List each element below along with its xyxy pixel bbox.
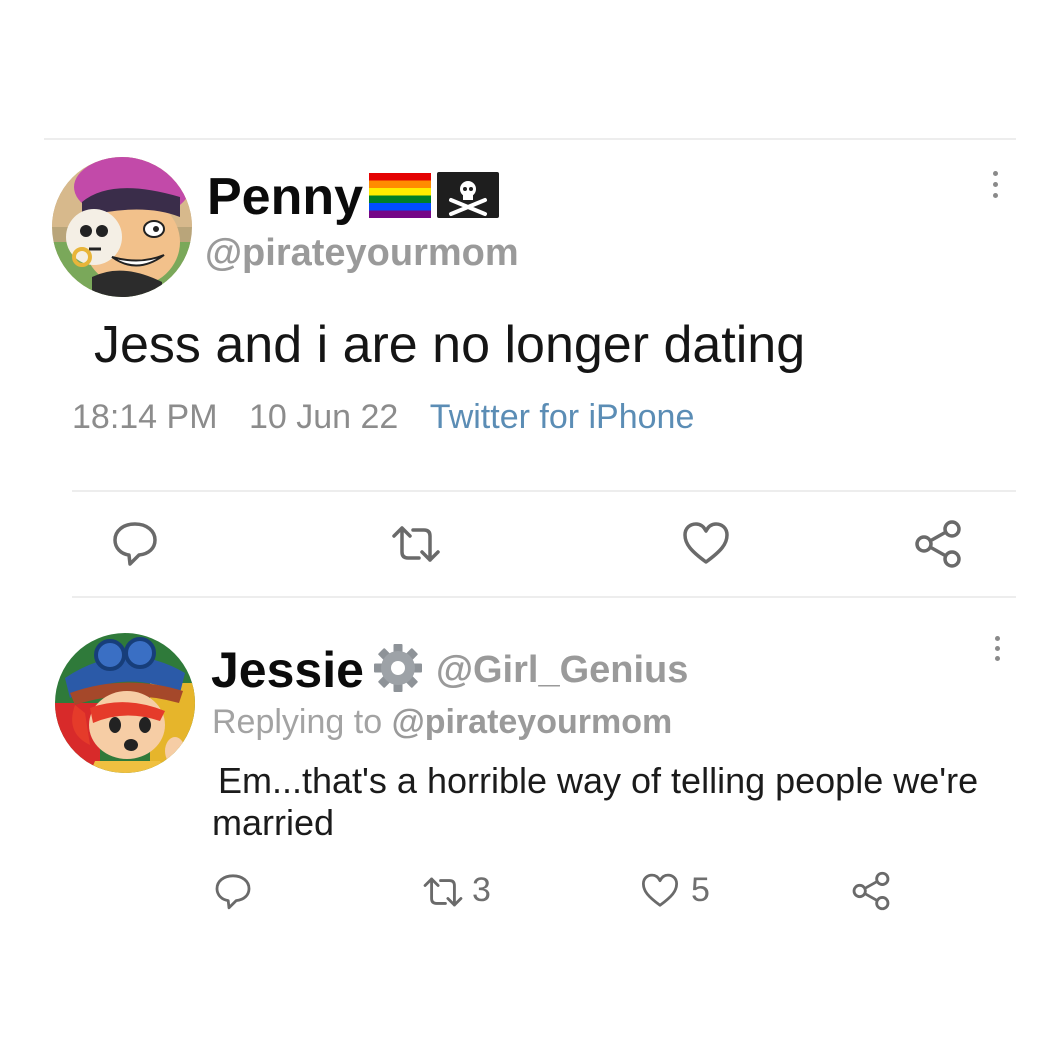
- pirate-flag-icon: [437, 170, 500, 225]
- tweet-time: 18:14 PM: [72, 398, 218, 436]
- jessie-avatar[interactable]: [55, 633, 195, 773]
- tweet-text: Jess and i are no longer dating: [94, 316, 806, 374]
- reply-retweet-icon[interactable]: [421, 874, 465, 910]
- display-name[interactable]: Penny: [207, 166, 363, 228]
- actions-divider: [72, 596, 1016, 598]
- reply-display-name[interactable]: Jessie: [211, 641, 364, 699]
- like-icon[interactable]: [681, 520, 731, 568]
- tweet-meta: 18:14 PM 10 Jun 22 Twitter for iPhone: [72, 396, 694, 438]
- gear-icon: [368, 642, 428, 699]
- top-divider: [44, 138, 1016, 140]
- penny-avatar[interactable]: [52, 157, 192, 297]
- more-options-icon[interactable]: [993, 171, 998, 198]
- penny-name-row: Penny: [207, 166, 500, 228]
- tweet-source[interactable]: Twitter for iPhone: [430, 398, 695, 436]
- like-count: 5: [691, 871, 710, 909]
- rainbow-flag-icon: [369, 170, 432, 225]
- reply-text: Em...that's a horrible way of telling pe…: [212, 760, 979, 843]
- replying-to-line: Replying to @pirateyourmom: [212, 702, 672, 742]
- retweet-icon[interactable]: [389, 522, 443, 566]
- reply-like-icon[interactable]: [640, 872, 680, 910]
- meta-divider: [72, 490, 1016, 492]
- reply-share-icon[interactable]: [850, 870, 892, 912]
- reply-reply-icon[interactable]: [213, 871, 253, 911]
- jessie-name-row: Jessie @Girl_Genius: [211, 641, 688, 699]
- replying-to-label: Replying to: [212, 703, 383, 741]
- retweet-count: 3: [472, 871, 491, 909]
- reply-handle[interactable]: @Girl_Genius: [436, 641, 688, 699]
- replying-to-handle[interactable]: @pirateyourmom: [392, 703, 673, 741]
- reply-more-options-icon[interactable]: [995, 636, 1000, 661]
- penny-handle[interactable]: @pirateyourmom: [205, 230, 519, 276]
- tweet-date: 10 Jun 22: [248, 398, 399, 436]
- reply-icon[interactable]: [110, 518, 160, 568]
- share-icon[interactable]: [912, 518, 964, 570]
